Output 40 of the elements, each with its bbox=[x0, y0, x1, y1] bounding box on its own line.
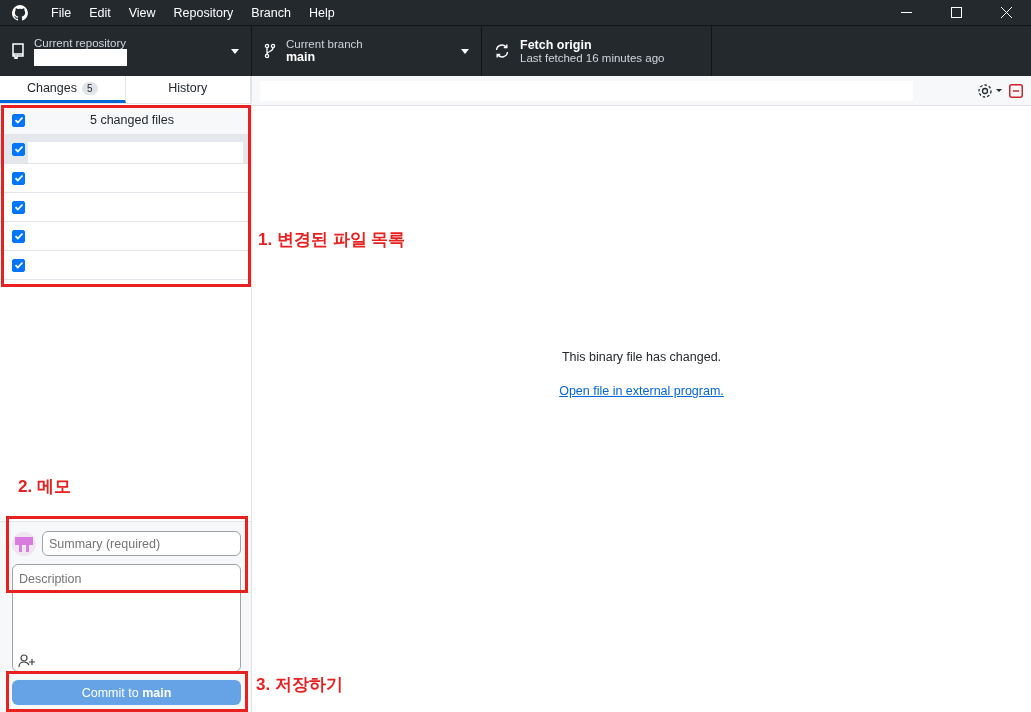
checkbox[interactable] bbox=[12, 142, 25, 156]
checkbox[interactable] bbox=[12, 171, 25, 185]
github-logo-icon bbox=[12, 4, 28, 21]
fetch-title: Fetch origin bbox=[520, 38, 593, 52]
menu-item[interactable]: Edit bbox=[80, 5, 120, 20]
repository-label: Current repository bbox=[34, 36, 128, 49]
caret-icon bbox=[231, 48, 239, 54]
checkbox[interactable] bbox=[12, 200, 25, 214]
repository-button[interactable]: Current repository bbox=[0, 26, 252, 76]
menu-item[interactable]: File bbox=[42, 5, 81, 20]
annotation-label: 1. 변경된 파일 목록 bbox=[258, 229, 406, 251]
sync-icon bbox=[494, 43, 510, 59]
caret-icon bbox=[461, 48, 469, 54]
checkbox[interactable] bbox=[12, 113, 25, 127]
checkbox[interactable] bbox=[12, 258, 25, 272]
description-field[interactable]: Description bbox=[12, 564, 241, 672]
annotation-label: 2. 메모 bbox=[18, 476, 71, 498]
add-coauthor-icon[interactable] bbox=[18, 654, 36, 668]
tab[interactable]: History bbox=[125, 76, 251, 103]
last-fetched-text: Last fetched 16 minutes ago bbox=[520, 52, 666, 64]
branch-label: Current branch bbox=[286, 38, 364, 50]
summary-field[interactable]: Summary (required) bbox=[42, 531, 241, 556]
count-badge: 5 bbox=[82, 81, 98, 95]
menu-item[interactable]: Repository bbox=[164, 5, 243, 20]
menu-item[interactable]: Help bbox=[299, 5, 344, 20]
branch-name: main bbox=[286, 50, 317, 64]
settings-icon[interactable] bbox=[977, 82, 1003, 99]
menu-item[interactable]: Branch bbox=[242, 5, 300, 20]
changed-files-count: 5 changed files bbox=[88, 113, 176, 127]
collapse-icon[interactable] bbox=[1009, 83, 1023, 98]
tab[interactable]: Changes 5 bbox=[0, 76, 126, 103]
avatar-icon bbox=[12, 531, 36, 556]
annotation-label: 3. 저장하기 bbox=[256, 674, 343, 696]
checkbox[interactable] bbox=[12, 229, 25, 243]
repository-icon bbox=[12, 43, 24, 59]
open-external-link[interactable]: Open file in external program. bbox=[559, 384, 724, 398]
branch-icon bbox=[264, 43, 276, 59]
menu-item[interactable]: View bbox=[119, 5, 165, 20]
binary-file-message: This binary file has changed. bbox=[561, 350, 722, 364]
file-row[interactable] bbox=[0, 135, 251, 164]
